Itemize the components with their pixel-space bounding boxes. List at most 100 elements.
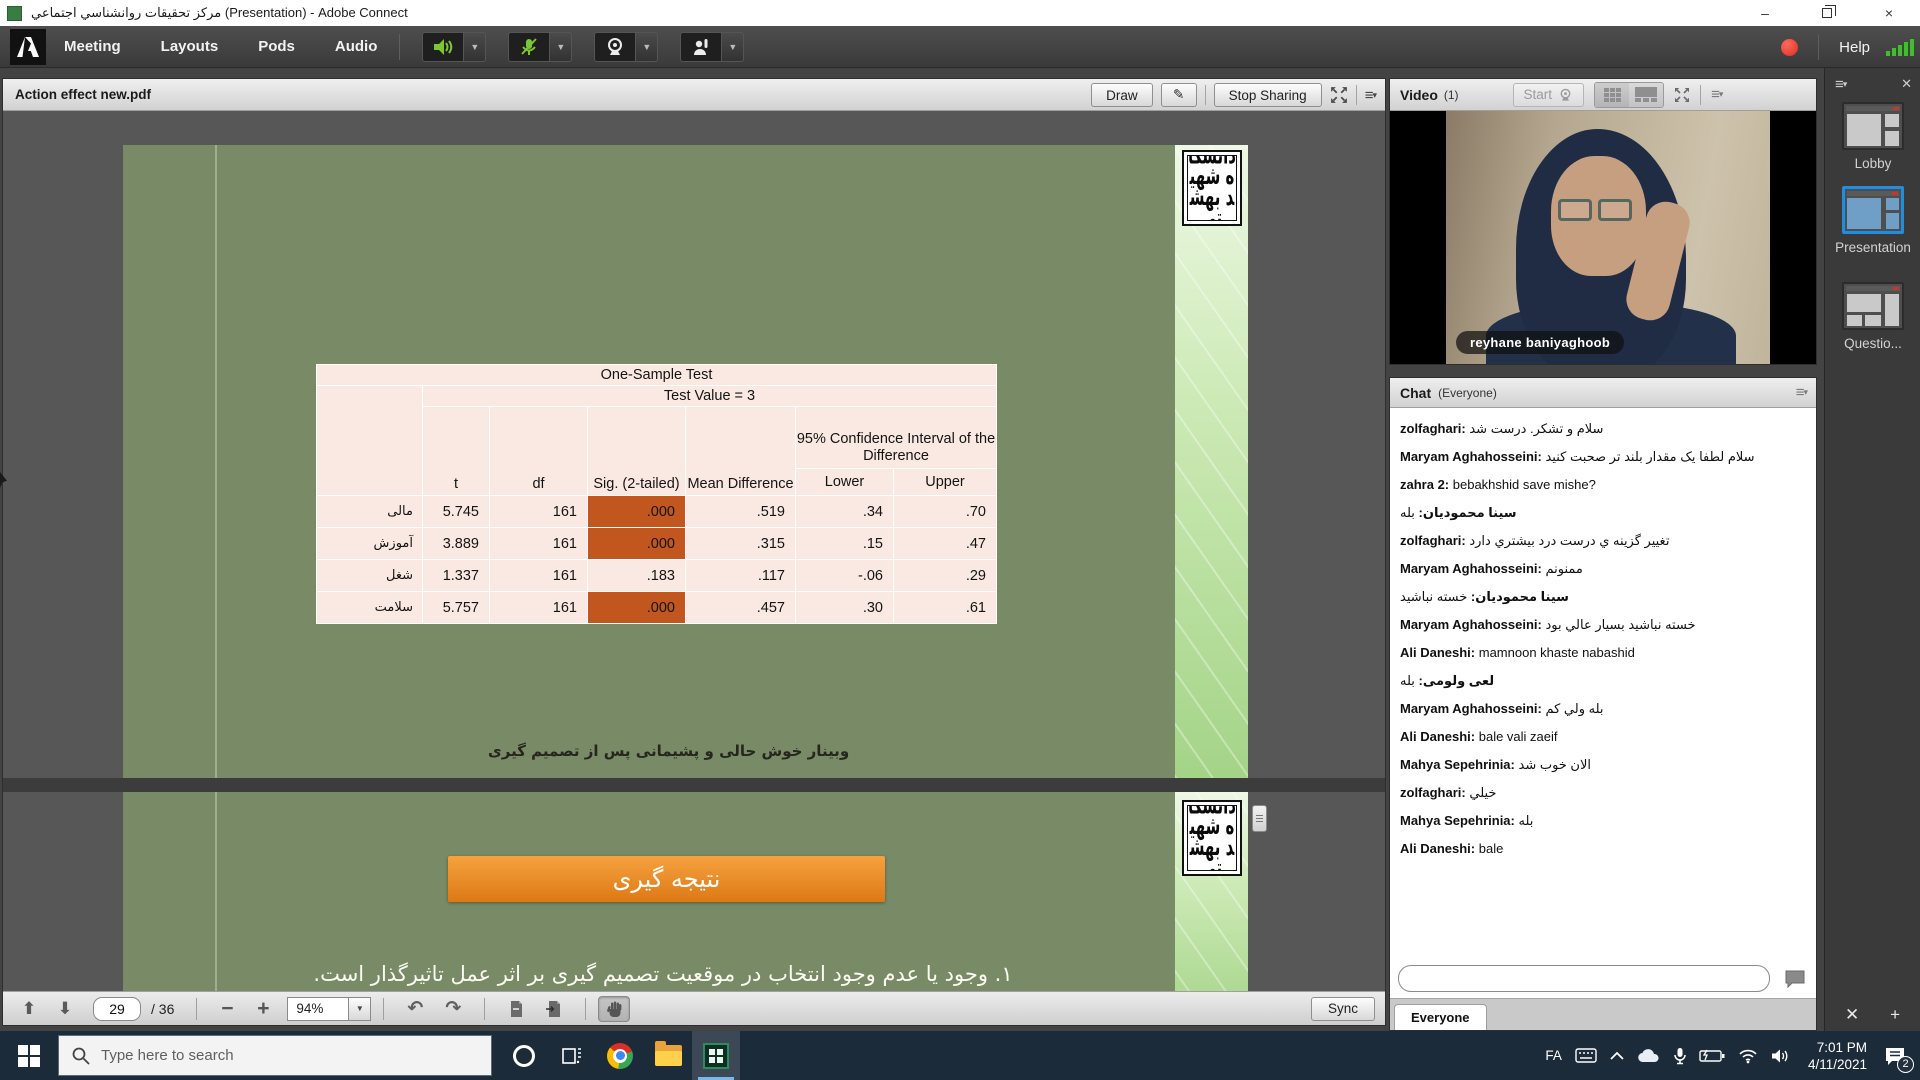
menu-audio[interactable]: Audio: [335, 38, 378, 55]
menu-layouts[interactable]: Layouts: [161, 38, 219, 55]
minimize-button[interactable]: –: [1734, 0, 1796, 26]
grid-view-button[interactable]: [1595, 83, 1629, 107]
taskbar-search[interactable]: Type here to search: [58, 1035, 492, 1076]
webcam-icon: [605, 37, 625, 57]
chat-message: zolfaghari: خيلي: [1400, 786, 1806, 799]
next-page-button[interactable]: ⬇: [47, 999, 83, 1019]
separator: [484, 998, 485, 1020]
chat-pod: Chat (Everyone) ≡▾ zolfaghari: سلام و تش…: [1389, 377, 1817, 1031]
raise-hand-dropdown[interactable]: ▼: [722, 32, 744, 62]
layout-item-lobby[interactable]: Lobby: [1825, 102, 1920, 171]
adobe-logo-icon: [10, 29, 46, 65]
webcam-dropdown[interactable]: ▼: [636, 32, 658, 62]
microphone-dropdown[interactable]: ▼: [550, 32, 572, 62]
taskbar-task-view[interactable]: [548, 1031, 596, 1080]
pan-hand-tool[interactable]: [598, 996, 630, 1022]
conclusion-banner: نتيجه گيری: [448, 856, 885, 902]
pencil-tool-button[interactable]: ✎: [1161, 83, 1197, 107]
page-number-input[interactable]: [93, 997, 141, 1021]
undo-button[interactable]: ↶: [396, 997, 434, 1020]
table-row: مالی5.745161.000.519.34.70: [317, 496, 997, 528]
taskbar-clock[interactable]: 7:01 PM 4/11/2021: [1808, 1039, 1867, 1073]
tray-expand-chevron-icon[interactable]: [1610, 1051, 1624, 1060]
speaker-button[interactable]: [422, 32, 464, 62]
add-layout-button[interactable]: +: [1890, 1005, 1900, 1025]
layout-item-presentation[interactable]: Presentation: [1825, 186, 1920, 255]
col-header-sig: Sig. (2-tailed): [588, 407, 686, 496]
menubar: Meeting Layouts Pods Audio ▼ ▼ ▼: [0, 26, 1920, 68]
action-center-button[interactable]: 2: [1880, 1041, 1910, 1071]
chat-message: Ali Daneshi: mamnoon khaste nabashid: [1400, 646, 1806, 659]
zoom-in-button[interactable]: +: [245, 997, 281, 1021]
connection-status-icon[interactable]: [1886, 38, 1914, 56]
send-message-button[interactable]: [1780, 965, 1810, 992]
zoom-out-button[interactable]: −: [209, 997, 245, 1021]
chat-message: zahra 2: bebakhshid save mishe?: [1400, 478, 1806, 491]
taskbar-chrome[interactable]: [596, 1031, 644, 1080]
webcam-feed: reyhane baniyaghoob: [1390, 111, 1816, 364]
slide-divider: [3, 778, 1385, 792]
microphone-tray-icon[interactable]: [1674, 1047, 1686, 1065]
taskbar-file-explorer[interactable]: [644, 1031, 692, 1080]
grid-view-icon: [1604, 88, 1621, 102]
chat-message-input[interactable]: [1398, 965, 1770, 992]
stop-sharing-button[interactable]: Stop Sharing: [1214, 83, 1322, 107]
webcam-video-frame: [1446, 111, 1770, 364]
col-header-mean: Mean Difference: [686, 407, 796, 496]
one-sample-test-table: One-Sample Test Test Value = 3 t df Sig.…: [316, 364, 997, 624]
menu-pods[interactable]: Pods: [258, 38, 295, 55]
video-pod-options-menu[interactable]: ≡▾: [1711, 86, 1723, 103]
close-layout-button[interactable]: ✕: [1845, 1005, 1859, 1025]
search-icon: [71, 1046, 91, 1066]
filmstrip-view-button[interactable]: [1629, 83, 1663, 107]
video-pod-header: Video (1) Start ≡▾: [1390, 79, 1816, 111]
video-fullscreen-button[interactable]: [1674, 87, 1690, 103]
raise-hand-button[interactable]: [680, 32, 722, 62]
layouts-collapse-icon[interactable]: ✕: [1901, 76, 1912, 93]
zoom-dropdown[interactable]: ▼: [349, 997, 371, 1021]
separator: [196, 998, 197, 1020]
fullscreen-arrows-icon: [1674, 87, 1690, 103]
pod-options-menu[interactable]: ≡▾: [1365, 87, 1377, 104]
speaker-dropdown[interactable]: ▼: [464, 32, 486, 62]
conclusion-point-1: ١. وجود یا عدم وجود انتخاب در موقعیت تصم…: [163, 962, 1163, 986]
touch-keyboard-icon[interactable]: [1575, 1048, 1597, 1063]
adobe-connect-icon: [703, 1043, 729, 1069]
taskbar-adobe-connect[interactable]: [692, 1031, 740, 1080]
chat-message: Ali Daneshi: bale: [1400, 842, 1806, 855]
help-menu[interactable]: Help: [1839, 39, 1870, 56]
redo-button[interactable]: ↷: [434, 997, 472, 1020]
fit-width-button[interactable]: [535, 1000, 573, 1018]
tab-everyone[interactable]: Everyone: [1394, 1004, 1487, 1030]
previous-page-button[interactable]: ⬆: [11, 999, 47, 1019]
volume-icon[interactable]: [1771, 1048, 1789, 1064]
presentation-content: دانشگاه شهید بهشتی One-Sample Test Test …: [3, 111, 1385, 991]
chat-message: سينا محموديان: بله: [1400, 506, 1806, 519]
zoom-level-value[interactable]: 94%: [287, 997, 349, 1021]
menu-meeting[interactable]: Meeting: [64, 38, 121, 55]
start-button[interactable]: [0, 1031, 58, 1080]
chat-bubble-icon: [1784, 969, 1806, 989]
chat-pod-options-menu[interactable]: ≡▾: [1796, 384, 1808, 401]
sync-button[interactable]: Sync: [1311, 997, 1375, 1021]
onedrive-icon[interactable]: [1637, 1048, 1661, 1064]
layouts-options-menu[interactable]: ≡▾: [1835, 76, 1847, 93]
restore-button[interactable]: [1796, 0, 1858, 26]
scrollbar-thumb[interactable]: [1252, 805, 1267, 832]
webcam-button[interactable]: [594, 32, 636, 62]
fit-page-button[interactable]: [497, 1000, 535, 1018]
presentation-toolbar: ⬆ ⬇ / 36 − + 94% ▼ ↶ ↷ S: [3, 991, 1385, 1025]
layout-item-questions[interactable]: Questio...: [1825, 282, 1920, 351]
wifi-icon[interactable]: [1738, 1048, 1758, 1064]
fullscreen-button[interactable]: [1330, 86, 1348, 104]
battery-icon[interactable]: [1699, 1049, 1725, 1063]
presentation-pod: Action effect new.pdf Draw ✎ Stop Sharin…: [2, 78, 1386, 1026]
close-button[interactable]: ×: [1858, 0, 1920, 26]
draw-button[interactable]: Draw: [1091, 83, 1153, 107]
language-indicator[interactable]: FA: [1545, 1048, 1562, 1063]
chat-pod-title: Chat: [1400, 385, 1431, 401]
table-subtitle: Test Value = 3: [423, 386, 997, 407]
taskbar-cortana[interactable]: [500, 1031, 548, 1080]
start-webcam-button[interactable]: Start: [1513, 83, 1585, 107]
microphone-button[interactable]: [508, 32, 550, 62]
